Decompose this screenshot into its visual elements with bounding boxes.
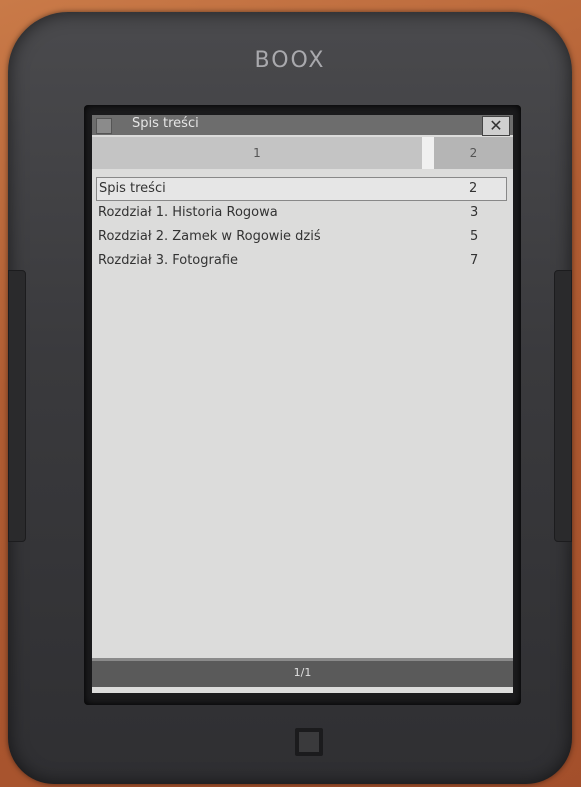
toc-entry-page: 5 — [470, 229, 479, 244]
screen-bezel: Spis treści ✕ 1 2 Spis treści 2 Rozdział… — [84, 105, 521, 705]
page-counter: 1/1 — [293, 666, 312, 679]
eink-screen: Spis treści ✕ 1 2 Spis treści 2 Rozdział… — [92, 115, 513, 693]
toc-list: Spis treści 2 Rozdział 1. Historia Rogow… — [92, 177, 513, 273]
close-icon: ✕ — [489, 116, 503, 135]
tab-1[interactable]: 1 — [92, 137, 422, 169]
dialog-icon — [96, 118, 112, 134]
toc-entry-rozdzial-3[interactable]: Rozdział 3. Fotografie 7 — [92, 249, 513, 273]
tab-separator — [422, 137, 434, 169]
toc-tabs: 1 2 — [92, 137, 513, 169]
page-indicator-bar: 1/1 — [92, 658, 513, 687]
dialog-title-bar: Spis treści ✕ — [92, 115, 513, 136]
home-button[interactable] — [295, 728, 323, 756]
tab-2[interactable]: 2 — [434, 137, 513, 169]
page-back-side-button[interactable] — [8, 270, 26, 542]
toc-entry-rozdzial-1[interactable]: Rozdział 1. Historia Rogowa 3 — [92, 201, 513, 225]
toc-entry-page: 2 — [469, 181, 478, 196]
toc-entry-page: 7 — [470, 253, 479, 268]
toc-entry-label: Spis treści — [99, 181, 166, 196]
page-forward-side-button[interactable] — [554, 270, 572, 542]
toc-entry-rozdzial-2[interactable]: Rozdział 2. Zamek w Rogowie dziś 5 — [92, 225, 513, 249]
dialog-title: Spis treści — [132, 116, 199, 131]
brand-logo: BOOX — [254, 48, 326, 73]
close-button[interactable]: ✕ — [482, 116, 510, 136]
toc-entry-page: 3 — [470, 205, 479, 220]
ereader-device: BOOX Spis treści ✕ 1 2 Spis treści 2 Roz… — [8, 12, 572, 784]
toc-entry-label: Rozdział 2. Zamek w Rogowie dziś — [98, 229, 321, 244]
toc-entry-spis-tresci[interactable]: Spis treści 2 — [96, 177, 507, 201]
toc-entry-label: Rozdział 3. Fotografie — [98, 253, 239, 268]
toc-entry-label: Rozdział 1. Historia Rogowa — [98, 205, 278, 220]
